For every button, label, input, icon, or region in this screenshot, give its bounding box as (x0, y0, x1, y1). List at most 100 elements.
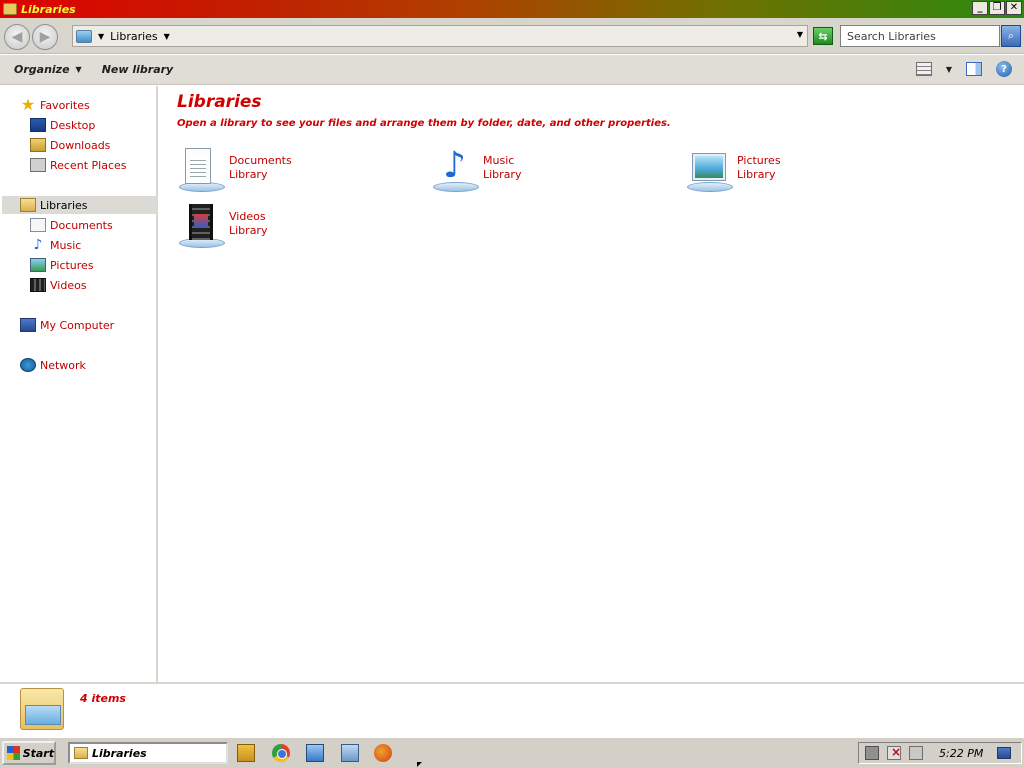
windows-logo-icon (7, 746, 20, 760)
library-kind: Library (229, 168, 268, 181)
nav-downloads-label: Downloads (50, 138, 111, 152)
library-kind: Library (737, 168, 776, 181)
breadcrumb-arrow-icon[interactable]: ▼ (98, 32, 104, 41)
libraries-icon (74, 747, 88, 759)
search-input[interactable]: Search Libraries (840, 25, 1000, 47)
library-documents[interactable]: Documents Library (177, 146, 417, 196)
view-options-chevron-icon[interactable]: ▼ (946, 65, 952, 74)
music-library-icon: ♪ (431, 146, 479, 194)
details-pane: 4 items (0, 682, 1024, 736)
view-controls: ▼ ? (915, 61, 1012, 77)
breadcrumb-libraries[interactable]: Libraries (110, 30, 158, 43)
videos-icon (30, 278, 46, 292)
library-kind: Library (483, 168, 522, 181)
nav-videos[interactable]: Videos (30, 276, 87, 294)
settings-icon[interactable] (341, 744, 359, 762)
volume-icon[interactable] (909, 746, 923, 760)
system-tray: 5:22 PM (858, 742, 1022, 764)
libraries-icon (3, 3, 17, 15)
network-icon (20, 358, 36, 372)
window-title: Libraries (21, 2, 76, 16)
nav-pictures-label: Pictures (50, 258, 94, 272)
nav-music[interactable]: ♪ Music (30, 236, 82, 254)
library-kind: Library (229, 224, 268, 237)
nav-desktop[interactable]: Desktop (30, 116, 95, 134)
nav-favorites-label: Favorites (40, 98, 90, 112)
maximize-button[interactable]: ❐ (989, 1, 1005, 15)
minimize-button[interactable]: _ (972, 1, 988, 15)
organize-button[interactable]: Organize ▼ (14, 63, 82, 76)
start-button[interactable]: Start (2, 741, 56, 765)
library-pictures[interactable]: Pictures Library (685, 146, 925, 196)
music-note-icon: ♪ (33, 237, 43, 253)
preview-pane-icon[interactable] (966, 62, 982, 76)
chrome-icon[interactable] (272, 744, 290, 762)
new-library-button[interactable]: New library (102, 63, 174, 76)
window-controls: _ ❐ ✕ (972, 1, 1022, 15)
nav-my-computer[interactable]: My Computer (20, 316, 114, 334)
nav-downloads[interactable]: Downloads (30, 136, 110, 154)
organize-label: Organize (14, 63, 70, 76)
content-pane: Libraries Open a library to see your fil… (160, 86, 1024, 682)
nav-my-computer-label: My Computer (40, 318, 115, 332)
start-label: Start (22, 746, 54, 760)
libraries-icon (76, 29, 92, 43)
library-name: Videos (229, 210, 266, 223)
library-videos[interactable]: Videos Library (177, 202, 417, 252)
videos-library-icon (177, 202, 225, 250)
search-icon[interactable]: ⌕ (1001, 25, 1021, 47)
page-subtitle: Open a library to see your files and arr… (177, 118, 671, 129)
nav-libraries[interactable]: Libraries (2, 196, 157, 214)
refresh-button[interactable]: ⇆ (813, 27, 833, 45)
library-name: Documents (229, 154, 292, 167)
show-desktop-icon[interactable] (997, 747, 1012, 759)
computer-icon (20, 318, 36, 332)
nav-recent-places-label: Recent Places (50, 158, 127, 172)
nav-desktop-label: Desktop (50, 118, 96, 132)
title-bar: Libraries _ ❐ ✕ (0, 0, 1024, 18)
documents-library-icon (177, 146, 225, 194)
nav-documents[interactable]: Documents (30, 216, 113, 234)
library-name: Pictures (737, 154, 781, 167)
libraries-icon (20, 198, 36, 212)
chevron-down-icon: ▼ (75, 65, 82, 74)
star-icon: ★ (20, 95, 36, 114)
security-warning-icon[interactable] (887, 745, 901, 760)
nav-favorites[interactable]: ★ Favorites (20, 96, 90, 114)
command-bar: Organize ▼ New library ▼ ? (0, 55, 1024, 85)
downloads-icon (30, 138, 46, 152)
forward-button[interactable]: ▶ (32, 24, 58, 50)
nav-pictures[interactable]: Pictures (30, 256, 94, 274)
page-title: Libraries (177, 92, 262, 112)
close-button[interactable]: ✕ (1006, 1, 1022, 15)
clock[interactable]: 5:22 PM (939, 747, 983, 760)
pictures-library-icon (685, 146, 733, 194)
address-bar[interactable]: ▼ Libraries ▼ ▼ (72, 25, 808, 47)
nav-documents-label: Documents (50, 218, 113, 232)
firefox-icon[interactable] (374, 744, 392, 762)
taskbar-item-libraries[interactable]: Libraries (68, 742, 228, 764)
library-music[interactable]: ♪ Music Library (431, 146, 671, 196)
nav-network-label: Network (40, 358, 86, 372)
nav-network[interactable]: Network (20, 356, 86, 374)
navigation-pane: ★ Favorites Desktop Downloads Recent Pla… (0, 86, 158, 682)
libraries-folder-icon (20, 688, 64, 730)
recent-places-icon (30, 158, 46, 172)
help-icon[interactable]: ? (996, 61, 1012, 77)
taskbar-item-label: Libraries (92, 746, 147, 760)
pictures-icon (30, 258, 46, 272)
breadcrumb-dropdown-icon[interactable]: ▼ (164, 32, 170, 41)
taskbar: Start Libraries 5:22 PM (0, 737, 1024, 768)
change-view-icon[interactable] (915, 62, 932, 76)
media-player-icon[interactable] (237, 744, 255, 762)
mouse-cursor-icon (417, 762, 422, 767)
library-name: Music (483, 154, 515, 167)
documents-icon (30, 218, 46, 232)
nav-libraries-label: Libraries (40, 198, 88, 212)
nav-recent-places[interactable]: Recent Places (30, 156, 127, 174)
remote-desktop-icon[interactable] (306, 744, 324, 762)
nav-videos-label: Videos (50, 278, 87, 292)
address-history-dropdown-icon[interactable]: ▼ (797, 30, 803, 39)
network-status-icon[interactable] (865, 746, 879, 760)
back-button[interactable]: ◀ (4, 24, 30, 50)
